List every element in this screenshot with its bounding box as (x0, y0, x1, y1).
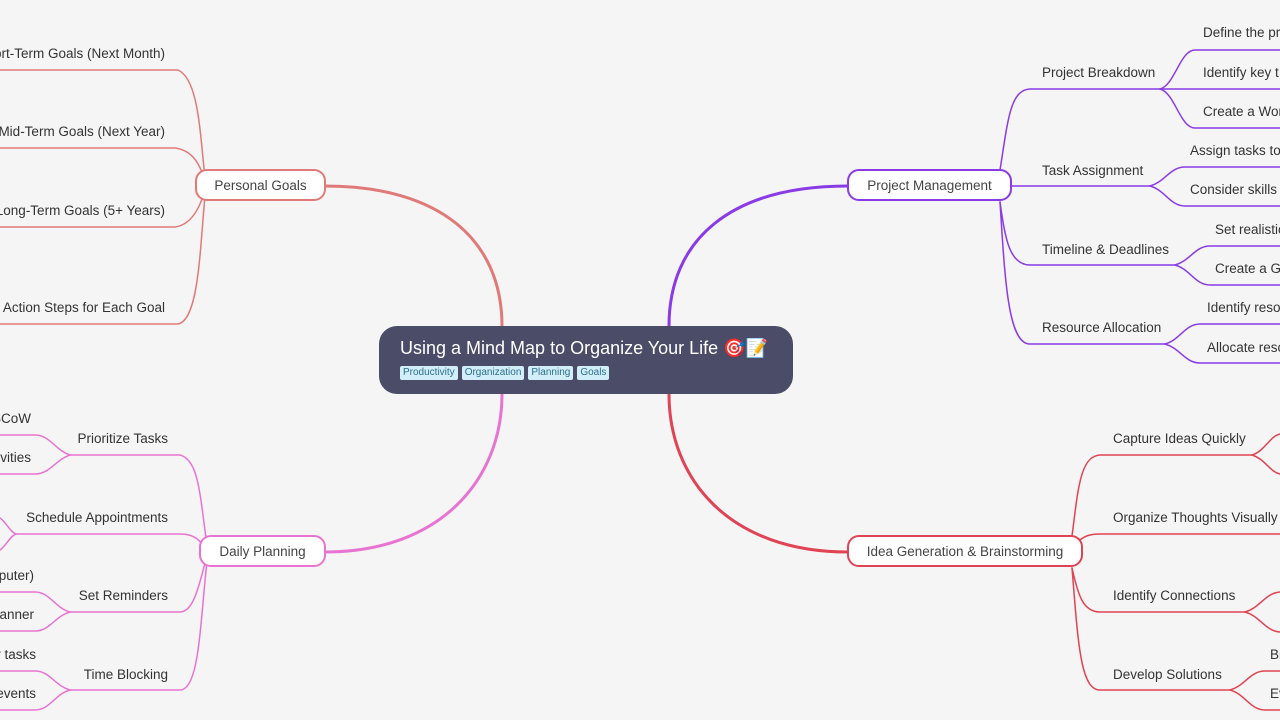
connector-connections-sub2 (1244, 611, 1280, 633)
node-task-sub-2[interactable]: Consider skills (1190, 182, 1277, 198)
connector-schedule-sub1 (0, 517, 17, 535)
node-project-breakdown[interactable]: Project Breakdown (1042, 65, 1155, 81)
connector-daily-planning-prioritize (69, 454, 209, 553)
node-short-term-goals[interactable]: Short-Term Goals (Next Month) (0, 46, 165, 62)
node-long-term-goals[interactable]: Long-Term Goals (5+ Years) (0, 203, 165, 219)
root-tags: Productivity Organization Planning Goals (400, 366, 772, 380)
node-schedule-appointments[interactable]: Schedule Appointments (26, 510, 168, 526)
node-prioritize-tasks[interactable]: Prioritize Tasks (77, 431, 168, 447)
tag-planning[interactable]: Planning (528, 366, 574, 380)
node-action-steps[interactable]: Action Steps for Each Goal (3, 300, 165, 316)
connector-daily-planning-schedule (15, 533, 209, 553)
node-time-blocking[interactable]: Time Blocking (84, 667, 168, 683)
node-reminders-sub-1[interactable]: puter) (0, 568, 34, 584)
node-project-management[interactable]: Project Management (847, 169, 1012, 201)
node-capture-ideas[interactable]: Capture Ideas Quickly (1113, 431, 1246, 447)
node-resource-allocation[interactable]: Resource Allocation (1042, 320, 1161, 336)
node-breakdown-sub-2[interactable]: Identify key t (1203, 65, 1279, 81)
node-organize-thoughts[interactable]: Organize Thoughts Visually (1113, 510, 1278, 526)
node-resource-sub-1[interactable]: Identify reso (1207, 300, 1280, 316)
tag-productivity[interactable]: Productivity (400, 366, 458, 380)
node-breakdown-sub-3[interactable]: Create a Wor (1203, 104, 1280, 120)
node-task-sub-1[interactable]: Assign tasks to (1190, 143, 1280, 159)
node-timeline-sub-1[interactable]: Set realistic (1215, 222, 1280, 238)
connector-root-daily-planning (323, 392, 504, 554)
node-reminders-sub-2[interactable]: anner (0, 607, 34, 623)
node-idea-generation[interactable]: Idea Generation & Brainstorming (847, 535, 1083, 567)
connector-idea-organize (1079, 533, 1280, 541)
node-timeline-deadlines[interactable]: Timeline & Deadlines (1042, 242, 1169, 258)
node-personal-goals[interactable]: Personal Goals (195, 169, 326, 201)
node-time-blocking-sub-1[interactable]: r tasks (0, 647, 36, 663)
node-timeline-sub-2[interactable]: Create a Ga (1215, 261, 1280, 277)
node-prioritize-sub-2[interactable]: vities (0, 450, 31, 466)
node-time-blocking-sub-2[interactable]: events (0, 686, 36, 702)
connector-root-personal-goals (323, 184, 504, 328)
connector-root-idea-generation (667, 392, 850, 554)
node-identify-connections[interactable]: Identify Connections (1113, 588, 1235, 604)
tag-organization[interactable]: Organization (461, 366, 525, 380)
node-prioritize-sub-1[interactable]: SCoW (0, 411, 31, 427)
connector-capture-sub1 (1251, 433, 1280, 456)
node-resource-sub-2[interactable]: Allocate reso (1207, 340, 1280, 356)
connector-capture-sub2 (1251, 454, 1280, 475)
root-node[interactable]: Using a Mind Map to Organize Your Life 🎯… (379, 326, 793, 394)
node-mid-term-goals[interactable]: Mid-Term Goals (Next Year) (0, 124, 165, 140)
node-daily-planning[interactable]: Daily Planning (199, 535, 326, 567)
node-develop-solutions[interactable]: Develop Solutions (1113, 667, 1222, 683)
tag-goals[interactable]: Goals (577, 366, 610, 380)
node-set-reminders[interactable]: Set Reminders (79, 588, 168, 604)
connector-connections-sub1 (1244, 591, 1280, 613)
node-task-assignment[interactable]: Task Assignment (1042, 163, 1143, 179)
connector-schedule-sub2 (0, 533, 17, 551)
root-title: Using a Mind Map to Organize Your Life 🎯… (400, 338, 769, 358)
node-develop-sub-1[interactable]: Br (1270, 647, 1280, 663)
connector-pm-breakdown (999, 88, 1161, 171)
connector-root-project-management (667, 184, 850, 328)
node-breakdown-sub-1[interactable]: Define the pr (1203, 25, 1280, 41)
node-develop-sub-2[interactable]: Ev (1270, 686, 1280, 702)
connector-personal-goals-mid-term (0, 147, 207, 187)
